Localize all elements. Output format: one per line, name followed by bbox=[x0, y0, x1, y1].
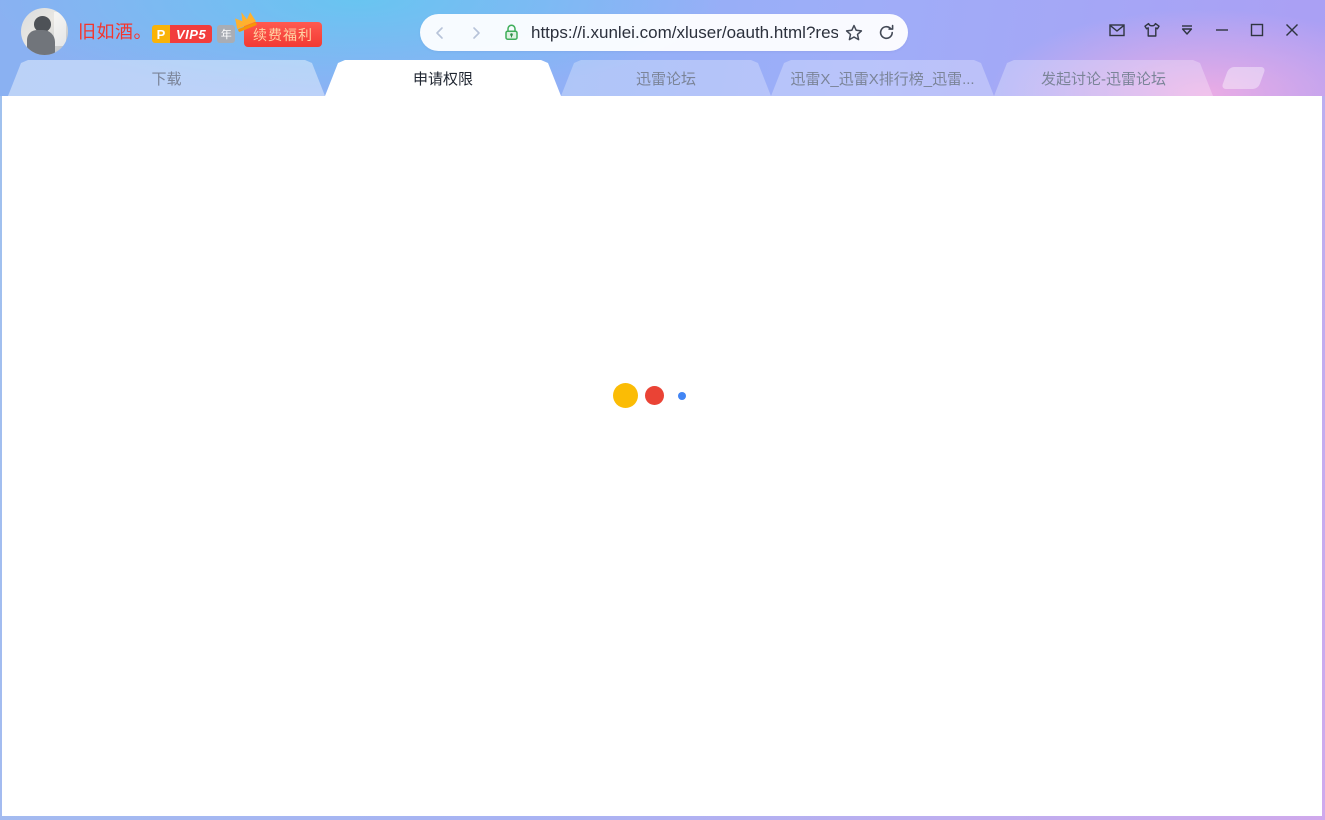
back-icon[interactable] bbox=[432, 25, 448, 41]
tab-bar: 下载 申请权限 迅雷论坛 迅雷X_迅雷X排行榜_迅雷... 发起讨论-迅雷论坛 bbox=[0, 60, 1325, 96]
window-controls bbox=[1108, 0, 1301, 60]
maximize-button[interactable] bbox=[1248, 21, 1266, 39]
tab-xunlei-forum[interactable]: 迅雷论坛 bbox=[561, 60, 771, 96]
menu-dropdown-icon[interactable] bbox=[1178, 21, 1196, 39]
refresh-icon[interactable] bbox=[877, 23, 896, 42]
renew-benefits-button[interactable]: 续费福利 bbox=[244, 22, 322, 47]
tab-label: 申请权限 bbox=[413, 68, 473, 89]
browser-window: 旧如酒。 P VIP5 年 续费福利 bbox=[0, 0, 1325, 820]
bookmark-star-icon[interactable] bbox=[844, 23, 864, 43]
vip-p-badge: P bbox=[152, 25, 170, 43]
renew-button-label: 续费福利 bbox=[253, 27, 313, 43]
tab-label: 发起讨论-迅雷论坛 bbox=[1041, 68, 1166, 89]
tab-xunlei-ranking[interactable]: 迅雷X_迅雷X排行榜_迅雷... bbox=[771, 60, 994, 96]
vip-badge-group[interactable]: P VIP5 年 bbox=[152, 25, 235, 43]
loading-dot-yellow bbox=[613, 383, 638, 408]
minimize-button[interactable] bbox=[1213, 21, 1231, 39]
page-content bbox=[2, 96, 1322, 816]
loading-dot-blue bbox=[678, 392, 686, 400]
tab-label: 迅雷论坛 bbox=[636, 68, 696, 89]
new-tab-button[interactable] bbox=[1221, 67, 1266, 89]
tab-label: 下载 bbox=[151, 68, 181, 89]
tab-start-discussion[interactable]: 发起讨论-迅雷论坛 bbox=[994, 60, 1213, 96]
username-text[interactable]: 旧如酒。 bbox=[78, 21, 152, 43]
close-button[interactable] bbox=[1283, 21, 1301, 39]
avatar-person-body bbox=[27, 30, 55, 55]
loading-indicator bbox=[613, 383, 686, 408]
address-bar[interactable]: https://i.xunlei.com/xluser/oauth.html?r… bbox=[420, 14, 908, 51]
forward-icon[interactable] bbox=[468, 25, 484, 41]
vip-level-badge: VIP5 bbox=[170, 25, 212, 43]
titlebar: 旧如酒。 P VIP5 年 续费福利 bbox=[0, 0, 1325, 60]
tab-download[interactable]: 下载 bbox=[8, 60, 325, 96]
skin-theme-icon[interactable] bbox=[1143, 21, 1161, 39]
lock-icon[interactable] bbox=[502, 23, 521, 42]
window-chrome: 旧如酒。 P VIP5 年 续费福利 bbox=[0, 0, 1325, 96]
tab-label: 迅雷X_迅雷X排行榜_迅雷... bbox=[790, 68, 974, 89]
url-input[interactable]: https://i.xunlei.com/xluser/oauth.html?r… bbox=[531, 23, 838, 43]
avatar-background bbox=[54, 12, 66, 46]
user-avatar[interactable] bbox=[21, 8, 68, 55]
mail-icon[interactable] bbox=[1108, 21, 1126, 39]
tab-request-permission-active[interactable]: 申请权限 bbox=[325, 60, 561, 96]
loading-dot-red bbox=[645, 386, 664, 405]
